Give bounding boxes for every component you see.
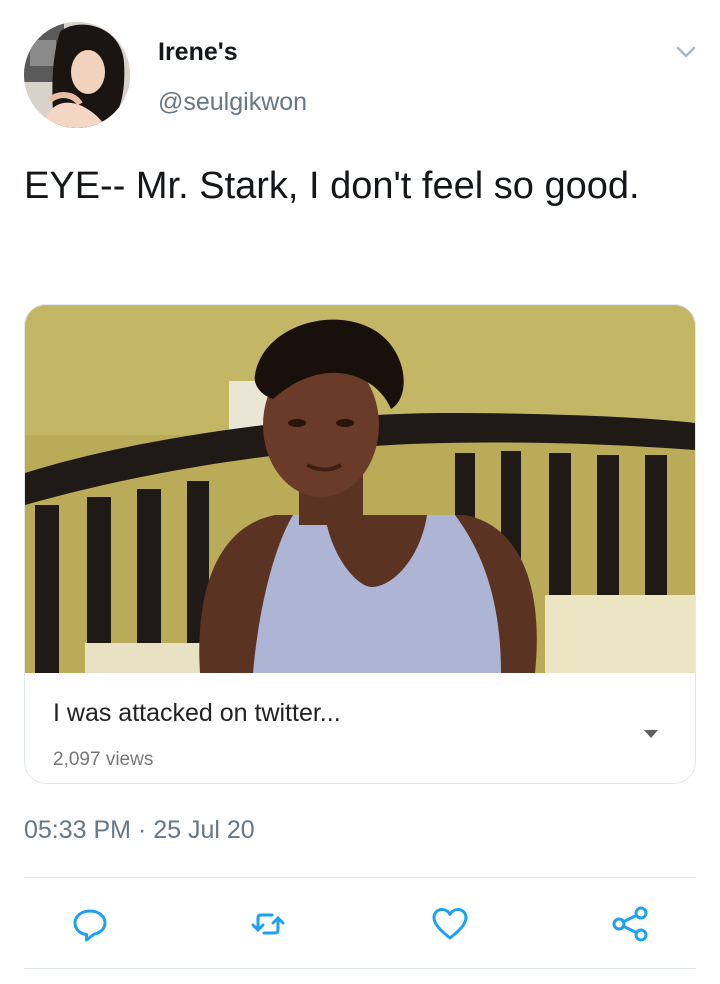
share-icon <box>612 906 648 942</box>
video-card[interactable]: I was attacked on twitter... 2,097 views <box>24 304 696 784</box>
profile-photo-image <box>24 22 130 128</box>
tweet-text: EYE-- Mr. Stark, I don't feel so good. <box>24 165 640 207</box>
reply-icon <box>73 909 107 942</box>
reply-button[interactable] <box>70 904 110 944</box>
tweet-timestamp: 05:33 PM · 25 Jul 20 <box>24 816 255 844</box>
caret-down-icon[interactable] <box>643 729 659 739</box>
retweet-button[interactable] <box>248 904 288 944</box>
tweet-actions <box>24 896 696 952</box>
chevron-down-icon[interactable] <box>672 38 700 66</box>
like-icon <box>432 908 468 940</box>
video-title[interactable]: I was attacked on twitter... <box>53 699 341 728</box>
divider-top <box>24 877 696 878</box>
share-button[interactable] <box>610 904 650 944</box>
retweet-icon <box>251 913 285 935</box>
username-handle[interactable]: @seulgikwon <box>158 88 307 117</box>
like-button[interactable] <box>430 904 470 944</box>
video-thumbnail[interactable] <box>25 305 695 673</box>
tweet-header: Irene's @seulgikwon <box>24 22 700 132</box>
display-name[interactable]: Irene's <box>158 38 238 67</box>
view-count: 2,097 views <box>53 749 154 770</box>
avatar[interactable] <box>24 22 130 128</box>
divider-bottom <box>24 968 696 969</box>
